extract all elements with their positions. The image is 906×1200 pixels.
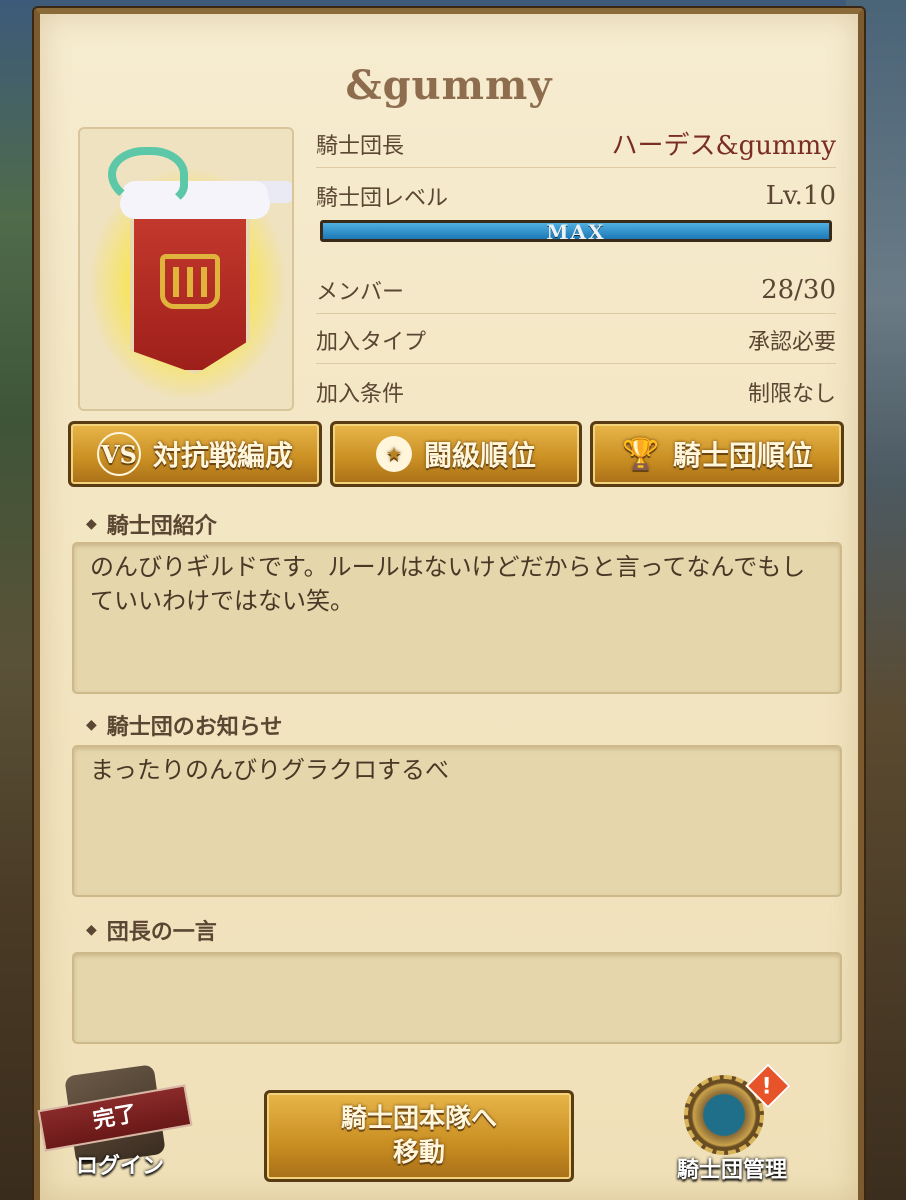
level-progress-bar: MAX	[320, 220, 832, 242]
info-row-join-condition: 加入条件 制限なし	[316, 368, 836, 416]
diamond-icon: ◆	[86, 922, 97, 938]
join-type-label: 加入タイプ	[316, 329, 427, 355]
vs-icon: VS	[96, 432, 141, 476]
guild-rank-label: 騎士団順位	[672, 439, 813, 472]
level-progress-text: MAX	[546, 220, 606, 242]
leader-word-text-box	[72, 952, 842, 1044]
members-value: 28/30	[761, 274, 836, 305]
info-row-members: メンバー 28/30	[316, 266, 836, 314]
intro-text-box: のんびりギルドです。ルールはないけどだからと言ってなんでもしていいわけではない笑…	[72, 542, 842, 694]
level-value: Lv.10	[765, 181, 836, 211]
barrel-icon	[160, 254, 220, 309]
info-row-leader: 騎士団長 ハーデス&gummy	[316, 120, 836, 168]
info-row-level: 騎士団レベル Lv.10	[316, 172, 836, 220]
guild-rank-button[interactable]: 🏆 騎士団順位	[590, 421, 844, 487]
rank-battle-button[interactable]: ★ 闘級順位	[330, 421, 582, 487]
guild-emblem	[78, 127, 294, 411]
move-button-line1: 騎士団本隊へ	[340, 1104, 497, 1134]
move-to-main-guild-button[interactable]: 騎士団本隊へ 移動	[264, 1090, 574, 1182]
guild-info-panel: &gummy 騎士団長 ハーデス&gummy 騎士団レベル Lv.10 MAX …	[34, 8, 864, 1200]
guild-management-label: 騎士団管理	[676, 1158, 787, 1183]
intro-section-title: ◆ 騎士団紹介	[86, 514, 217, 539]
battle-formation-label: 対抗戦編成	[152, 439, 293, 472]
leader-value[interactable]: ハーデス&gummy	[611, 125, 836, 162]
diamond-icon: ◆	[86, 516, 97, 532]
join-condition-value: 制限なし	[747, 382, 836, 407]
rank-battle-label: 闘級順位	[423, 439, 536, 472]
notice-text-box: まったりのんびりグラクロするべ	[72, 745, 842, 897]
join-condition-label: 加入条件	[316, 382, 405, 407]
guild-name: &gummy	[345, 62, 553, 109]
medal-icon: ★	[375, 436, 412, 472]
diamond-icon: ◆	[86, 717, 97, 733]
join-type-value: 承認必要	[747, 329, 836, 355]
login-bonus-button[interactable]: 完了 ログイン	[37, 1064, 193, 1185]
leader-label: 騎士団長	[316, 133, 405, 159]
trophy-icon: 🏆	[622, 436, 660, 472]
level-label: 騎士団レベル	[316, 186, 449, 211]
leader-word-section-title: ◆ 団長の一言	[86, 920, 217, 945]
login-label: ログイン	[75, 1154, 164, 1179]
members-label: メンバー	[316, 279, 405, 305]
info-row-join-type: 加入タイプ 承認必要	[316, 316, 836, 364]
move-button-line2: 移動	[392, 1138, 445, 1168]
battle-formation-button[interactable]: VS 対抗戦編成	[68, 421, 322, 487]
notice-section-title: ◆ 騎士団のお知らせ	[86, 715, 283, 740]
guild-management-button[interactable]: ! 騎士団管理	[662, 1063, 802, 1190]
